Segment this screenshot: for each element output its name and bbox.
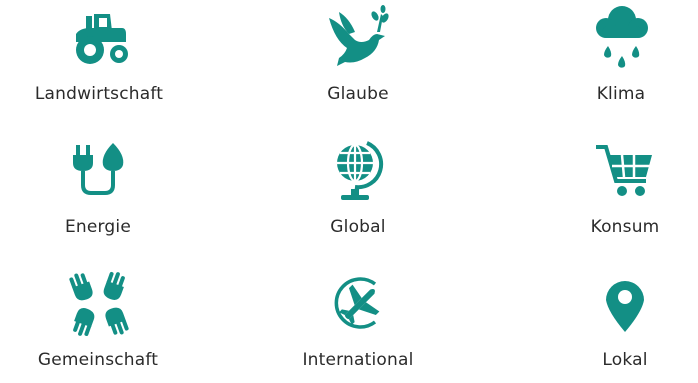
category-label: Lokal <box>602 350 648 370</box>
category-landwirtschaft[interactable]: Landwirtschaft <box>0 4 199 104</box>
category-klima[interactable]: Klima <box>521 4 698 104</box>
hands-icon <box>65 270 131 336</box>
category-label: Gemeinschaft <box>37 350 159 370</box>
category-label: Energie <box>64 217 132 237</box>
category-label: Konsum <box>590 217 660 237</box>
map-pin-icon <box>592 270 658 336</box>
category-label: Landwirtschaft <box>34 84 164 104</box>
category-label: Global <box>330 217 386 237</box>
category-lokal[interactable]: Lokal <box>525 270 698 370</box>
category-global[interactable]: Global <box>258 137 458 237</box>
category-konsum[interactable]: Konsum <box>525 137 698 237</box>
globe-icon <box>325 137 391 203</box>
category-international[interactable]: International <box>258 270 458 370</box>
plug-leaf-icon <box>65 137 131 203</box>
category-label: Glaube <box>327 84 389 104</box>
category-label: International <box>302 350 414 370</box>
dove-icon <box>325 4 391 70</box>
category-gemeinschaft[interactable]: Gemeinschaft <box>0 270 198 370</box>
category-glaube[interactable]: Glaube <box>258 4 458 104</box>
category-energie[interactable]: Energie <box>0 137 198 237</box>
tractor-icon <box>66 4 132 70</box>
category-label: Klima <box>596 84 646 104</box>
rain-cloud-icon <box>588 4 654 70</box>
shopping-cart-icon <box>592 137 658 203</box>
airplane-icon <box>325 270 391 336</box>
